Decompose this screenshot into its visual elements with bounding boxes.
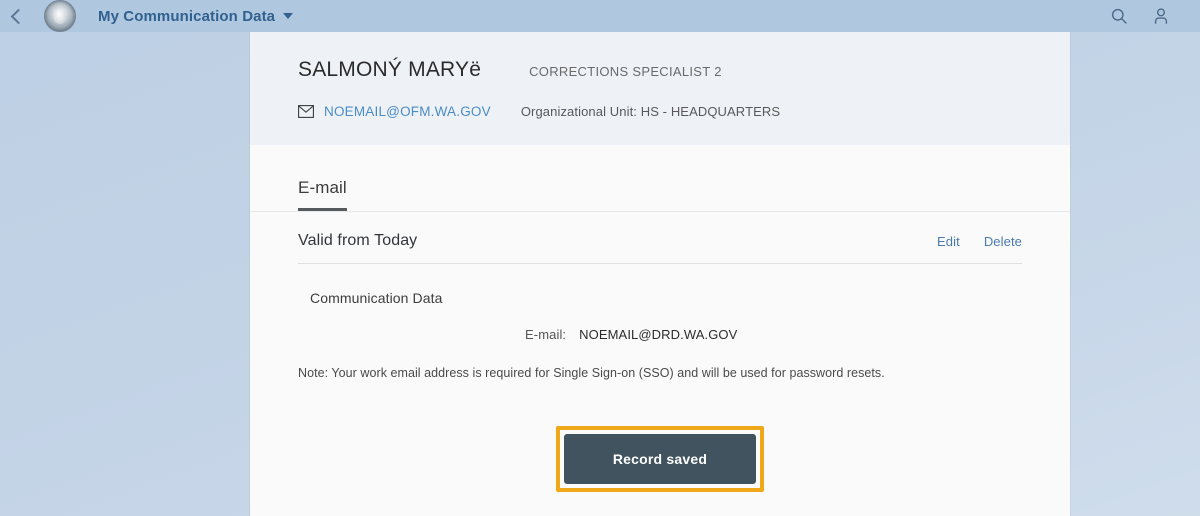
- section-label-communication-data: Communication Data: [310, 290, 443, 306]
- sso-note-text: Note: Your work email address is require…: [298, 366, 885, 380]
- record-saved-button[interactable]: Record saved: [564, 434, 756, 484]
- card-content: Valid from Today Edit Delete Communicati…: [250, 212, 1070, 492]
- page-title: My Communication Data: [98, 7, 276, 25]
- record-saved-focus-ring: Record saved: [556, 426, 764, 492]
- app-root: My Communication Data SALMONÝ MARYë CORR…: [0, 0, 1200, 516]
- envelope-icon: [298, 105, 314, 118]
- email-field-label: E-mail:: [525, 327, 567, 342]
- back-button[interactable]: [0, 0, 34, 32]
- employee-name: SALMONÝ MARYë: [298, 58, 482, 81]
- shell-title-dropdown[interactable]: My Communication Data: [98, 7, 294, 25]
- shell-bar: My Communication Data: [0, 0, 1200, 32]
- employee-header: SALMONÝ MARYë CORRECTIONS SPECIALIST 2 N…: [250, 32, 1070, 145]
- chevron-left-icon: [10, 8, 27, 24]
- record-header: Valid from Today Edit Delete: [298, 212, 1022, 264]
- search-icon[interactable]: [1108, 5, 1130, 27]
- caret-down-icon: [283, 13, 294, 19]
- employee-header-primary: SALMONÝ MARYë CORRECTIONS SPECIALIST 2: [298, 58, 1022, 82]
- email-field-row: E-mail: NOEMAIL@DRD.WA.GOV: [298, 327, 1022, 342]
- edit-link[interactable]: Edit: [937, 234, 960, 249]
- employee-org-unit: Organizational Unit: HS - HEADQUARTERS: [520, 104, 781, 119]
- employee-header-secondary: NOEMAIL@OFM.WA.GOV Organizational Unit: …: [298, 104, 1022, 119]
- delete-link[interactable]: Delete: [984, 234, 1022, 249]
- employee-job-title: CORRECTIONS SPECIALIST 2: [529, 64, 722, 79]
- record-actions: Edit Delete: [937, 234, 1022, 249]
- user-icon[interactable]: [1150, 5, 1172, 27]
- employee-email-link[interactable]: NOEMAIL@OFM.WA.GOV: [324, 104, 491, 119]
- footer-actions: Record saved: [298, 426, 1022, 492]
- communication-data-card: SALMONÝ MARYë CORRECTIONS SPECIALIST 2 N…: [250, 32, 1070, 516]
- tab-email[interactable]: E-mail: [298, 178, 347, 211]
- shell-actions: [1108, 5, 1200, 27]
- record-validity-title: Valid from Today: [298, 232, 418, 249]
- tab-bar: E-mail: [250, 145, 1070, 212]
- washington-state-seal-logo: [44, 0, 76, 32]
- email-field-value: NOEMAIL@DRD.WA.GOV: [579, 327, 738, 342]
